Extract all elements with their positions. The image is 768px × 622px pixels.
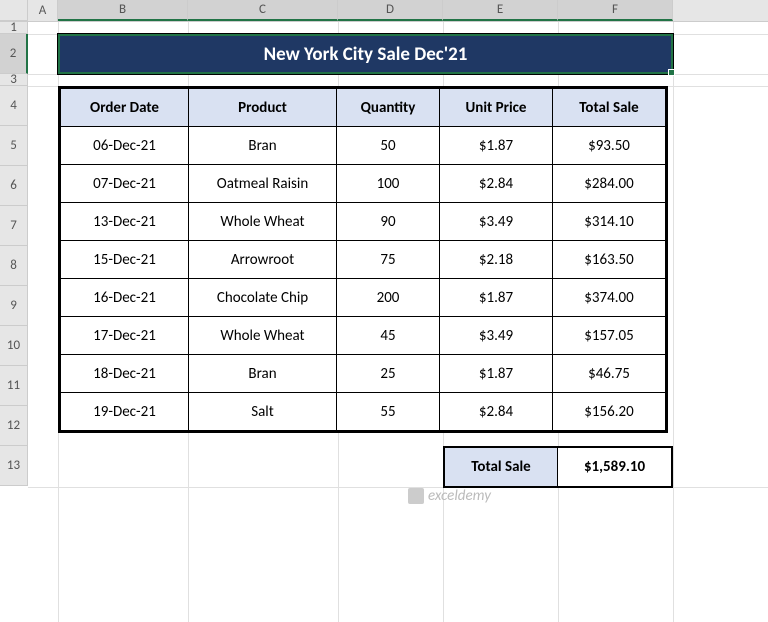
cell-price[interactable]: $2.84 bbox=[440, 165, 553, 203]
table-row: 06-Dec-21Bran50$1.87$93.50 bbox=[61, 127, 666, 165]
cell-date[interactable]: 13-Dec-21 bbox=[61, 203, 189, 241]
cell-total[interactable]: $156.20 bbox=[553, 393, 666, 431]
cell-price[interactable]: $1.87 bbox=[440, 279, 553, 317]
watermark-logo-icon bbox=[408, 488, 424, 504]
title-cell[interactable]: New York City Sale Dec'21 bbox=[58, 34, 673, 74]
row-header-4[interactable]: 4 bbox=[0, 86, 28, 126]
cell-date[interactable]: 06-Dec-21 bbox=[61, 127, 189, 165]
cell-qty[interactable]: 55 bbox=[337, 393, 440, 431]
row-header-8[interactable]: 8 bbox=[0, 246, 28, 286]
table-row: 18-Dec-21Bran25$1.87$46.75 bbox=[61, 355, 666, 393]
row-header-12[interactable]: 12 bbox=[0, 406, 28, 446]
header-unit-price[interactable]: Unit Price bbox=[440, 89, 553, 127]
cell-qty[interactable]: 25 bbox=[337, 355, 440, 393]
col-header-E[interactable]: E bbox=[443, 0, 558, 21]
header-total-sale[interactable]: Total Sale bbox=[553, 89, 666, 127]
cell-total[interactable]: $374.00 bbox=[553, 279, 666, 317]
column-headers: A B C D E F bbox=[0, 0, 768, 22]
spreadsheet-grid: A B C D E F 1 2 3 4 5 6 7 8 9 10 11 12 1… bbox=[0, 0, 768, 22]
cell-product[interactable]: Salt bbox=[189, 393, 337, 431]
row-header-6[interactable]: 6 bbox=[0, 166, 28, 206]
header-product[interactable]: Product bbox=[189, 89, 337, 127]
cell-qty[interactable]: 50 bbox=[337, 127, 440, 165]
cell-product[interactable]: Bran bbox=[189, 355, 337, 393]
cell-qty[interactable]: 75 bbox=[337, 241, 440, 279]
row-header-3[interactable]: 3 bbox=[0, 74, 28, 86]
cell-qty[interactable]: 90 bbox=[337, 203, 440, 241]
row-header-5[interactable]: 5 bbox=[0, 126, 28, 166]
header-quantity[interactable]: Quantity bbox=[337, 89, 440, 127]
cell-price[interactable]: $2.18 bbox=[440, 241, 553, 279]
cell-qty[interactable]: 200 bbox=[337, 279, 440, 317]
cell-total[interactable]: $157.05 bbox=[553, 317, 666, 355]
row-header-7[interactable]: 7 bbox=[0, 206, 28, 246]
select-all-corner[interactable] bbox=[0, 0, 28, 21]
table-row: 15-Dec-21Arrowroot75$2.18$163.50 bbox=[61, 241, 666, 279]
row-header-11[interactable]: 11 bbox=[0, 366, 28, 406]
cell-price[interactable]: $3.49 bbox=[440, 203, 553, 241]
cell-date[interactable]: 15-Dec-21 bbox=[61, 241, 189, 279]
row-header-2[interactable]: 2 bbox=[0, 34, 28, 74]
row-header-10[interactable]: 10 bbox=[0, 326, 28, 366]
cell-date[interactable]: 18-Dec-21 bbox=[61, 355, 189, 393]
row-headers: 1 2 3 4 5 6 7 8 9 10 11 12 13 bbox=[0, 22, 28, 486]
total-label[interactable]: Total Sale bbox=[445, 448, 558, 486]
table-row: 17-Dec-21Whole Wheat45$3.49$157.05 bbox=[61, 317, 666, 355]
cell-total[interactable]: $163.50 bbox=[553, 241, 666, 279]
col-header-D[interactable]: D bbox=[338, 0, 443, 21]
fill-handle[interactable] bbox=[668, 69, 675, 76]
cell-date[interactable]: 16-Dec-21 bbox=[61, 279, 189, 317]
cell-date[interactable]: 17-Dec-21 bbox=[61, 317, 189, 355]
cell-total[interactable]: $284.00 bbox=[553, 165, 666, 203]
table-row: 16-Dec-21Chocolate Chip200$1.87$374.00 bbox=[61, 279, 666, 317]
cell-price[interactable]: $2.84 bbox=[440, 393, 553, 431]
header-order-date[interactable]: Order Date bbox=[61, 89, 189, 127]
table-row: 13-Dec-21Whole Wheat90$3.49$314.10 bbox=[61, 203, 666, 241]
cell-date[interactable]: 19-Dec-21 bbox=[61, 393, 189, 431]
cell-product[interactable]: Whole Wheat bbox=[189, 317, 337, 355]
title-text: New York City Sale Dec'21 bbox=[264, 43, 468, 66]
table-row: 07-Dec-21Oatmeal Raisin100$2.84$284.00 bbox=[61, 165, 666, 203]
cell-price[interactable]: $1.87 bbox=[440, 127, 553, 165]
cell-total[interactable]: $314.10 bbox=[553, 203, 666, 241]
cell-total[interactable]: $93.50 bbox=[553, 127, 666, 165]
cell-product[interactable]: Oatmeal Raisin bbox=[189, 165, 337, 203]
row-header-1[interactable]: 1 bbox=[0, 22, 28, 34]
watermark: exceldemy bbox=[408, 487, 491, 505]
col-header-F[interactable]: F bbox=[558, 0, 673, 21]
col-header-A[interactable]: A bbox=[28, 0, 58, 21]
total-row: Total Sale $1,589.10 bbox=[443, 446, 673, 488]
watermark-text: exceldemy bbox=[428, 487, 491, 505]
cell-price[interactable]: $1.87 bbox=[440, 355, 553, 393]
table-header-row: Order Date Product Quantity Unit Price T… bbox=[61, 89, 666, 127]
cell-product[interactable]: Bran bbox=[189, 127, 337, 165]
row-header-9[interactable]: 9 bbox=[0, 286, 28, 326]
col-header-C[interactable]: C bbox=[188, 0, 338, 21]
total-value[interactable]: $1,589.10 bbox=[558, 448, 671, 486]
col-header-B[interactable]: B bbox=[58, 0, 188, 21]
table-row: 19-Dec-21Salt55$2.84$156.20 bbox=[61, 393, 666, 431]
row-header-13[interactable]: 13 bbox=[0, 446, 28, 486]
cell-total[interactable]: $46.75 bbox=[553, 355, 666, 393]
cell-product[interactable]: Chocolate Chip bbox=[189, 279, 337, 317]
data-table: Order Date Product Quantity Unit Price T… bbox=[58, 86, 668, 433]
cell-product[interactable]: Whole Wheat bbox=[189, 203, 337, 241]
cell-product[interactable]: Arrowroot bbox=[189, 241, 337, 279]
cell-qty[interactable]: 45 bbox=[337, 317, 440, 355]
cell-price[interactable]: $3.49 bbox=[440, 317, 553, 355]
cell-qty[interactable]: 100 bbox=[337, 165, 440, 203]
cell-date[interactable]: 07-Dec-21 bbox=[61, 165, 189, 203]
